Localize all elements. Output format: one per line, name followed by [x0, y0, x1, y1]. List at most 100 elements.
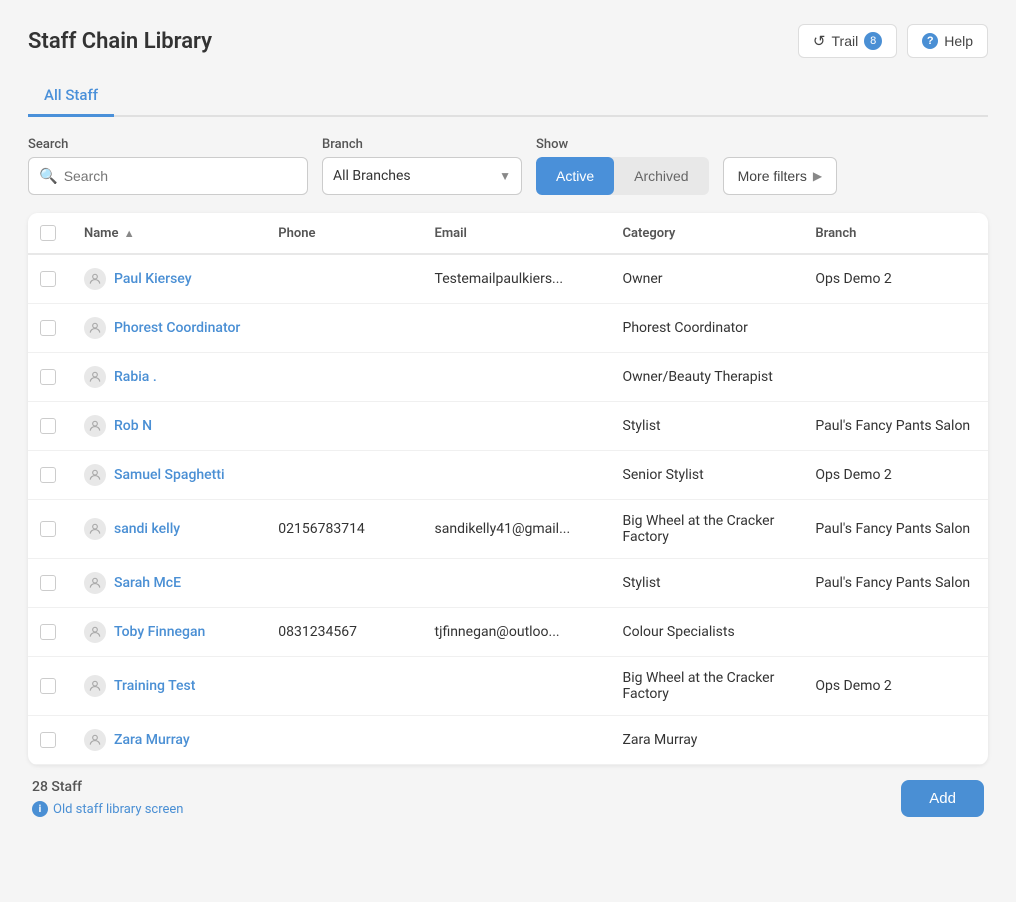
- help-button[interactable]: ? Help: [907, 24, 988, 58]
- row-phone-cell: [262, 353, 418, 402]
- row-email-cell: sandikelly41@gmail...: [419, 500, 607, 559]
- row-name-cell: Sarah McE: [68, 559, 262, 608]
- row-name-cell: Phorest Coordinator: [68, 304, 262, 353]
- avatar: [84, 415, 106, 437]
- row-checkbox-cell[interactable]: [28, 402, 68, 451]
- avatar: [84, 268, 106, 290]
- table-container[interactable]: Name ▲ Phone Email Category: [28, 213, 988, 765]
- row-checkbox-cell[interactable]: [28, 254, 68, 304]
- select-all-header[interactable]: [28, 213, 68, 254]
- row-branch-cell: Ops Demo 2: [799, 657, 988, 716]
- row-phone-cell: [262, 402, 418, 451]
- row-email-cell: Testemailpaulkiers...: [419, 254, 607, 304]
- row-checkbox[interactable]: [40, 732, 56, 748]
- staff-name-link[interactable]: Rob N: [84, 415, 246, 437]
- staff-count: 28 Staff: [32, 779, 183, 795]
- staff-name-link[interactable]: Samuel Spaghetti: [84, 464, 246, 486]
- row-name-cell: Zara Murray: [68, 716, 262, 765]
- search-input[interactable]: [64, 168, 297, 184]
- row-branch-cell: Paul's Fancy Pants Salon: [799, 559, 988, 608]
- search-label: Search: [28, 137, 308, 152]
- staff-name-link[interactable]: Training Test: [84, 675, 246, 697]
- avatar: [84, 675, 106, 697]
- row-checkbox[interactable]: [40, 575, 56, 591]
- row-email-cell: [419, 353, 607, 402]
- row-checkbox-cell[interactable]: [28, 657, 68, 716]
- tab-bar: All Staff: [28, 76, 988, 117]
- staff-table: Name ▲ Phone Email Category: [28, 213, 988, 765]
- row-checkbox[interactable]: [40, 521, 56, 537]
- row-category-cell: Zara Murray: [607, 716, 800, 765]
- row-branch-cell: [799, 304, 988, 353]
- row-phone-cell: [262, 254, 418, 304]
- row-checkbox-cell[interactable]: [28, 304, 68, 353]
- row-branch-cell: [799, 353, 988, 402]
- row-name-cell: Samuel Spaghetti: [68, 451, 262, 500]
- row-name-cell: Toby Finnegan: [68, 608, 262, 657]
- show-archived-button[interactable]: Archived: [614, 157, 708, 195]
- col-header-phone: Phone: [262, 213, 418, 254]
- table-row: Phorest Coordinator Phorest Coordinator: [28, 304, 988, 353]
- row-checkbox[interactable]: [40, 369, 56, 385]
- trail-icon: ↺: [813, 32, 826, 50]
- row-name-cell: sandi kelly: [68, 500, 262, 559]
- row-name-cell: Rob N: [68, 402, 262, 451]
- row-phone-cell: 02156783714: [262, 500, 418, 559]
- branch-label: Branch: [322, 137, 522, 152]
- avatar: [84, 366, 106, 388]
- row-checkbox-cell[interactable]: [28, 353, 68, 402]
- row-email-cell: [419, 716, 607, 765]
- branch-dropdown[interactable]: All Branches ▼: [322, 157, 522, 195]
- filters-row: Search 🔍 Branch All Branches ▼ Show Acti…: [28, 137, 988, 195]
- search-input-wrap[interactable]: 🔍: [28, 157, 308, 195]
- staff-name-link[interactable]: Toby Finnegan: [84, 621, 246, 643]
- row-phone-cell: [262, 657, 418, 716]
- row-category-cell: Big Wheel at the Cracker Factory: [607, 500, 800, 559]
- more-filters-button[interactable]: More filters ▶: [723, 157, 837, 195]
- row-checkbox[interactable]: [40, 678, 56, 694]
- row-checkbox[interactable]: [40, 418, 56, 434]
- add-button[interactable]: Add: [901, 780, 984, 817]
- row-branch-cell: [799, 716, 988, 765]
- row-checkbox-cell[interactable]: [28, 716, 68, 765]
- select-all-checkbox[interactable]: [40, 225, 56, 241]
- row-checkbox[interactable]: [40, 467, 56, 483]
- trail-badge: 8: [864, 32, 882, 50]
- row-phone-cell: 0831234567: [262, 608, 418, 657]
- row-category-cell: Colour Specialists: [607, 608, 800, 657]
- row-checkbox[interactable]: [40, 271, 56, 287]
- show-active-button[interactable]: Active: [536, 157, 614, 195]
- staff-name-link[interactable]: sandi kelly: [84, 518, 246, 540]
- row-branch-cell: Paul's Fancy Pants Salon: [799, 500, 988, 559]
- branch-group: Branch All Branches ▼: [322, 137, 522, 195]
- row-checkbox-cell[interactable]: [28, 451, 68, 500]
- footer-row: 28 Staff i Old staff library screen Add: [28, 765, 988, 817]
- row-email-cell: [419, 451, 607, 500]
- old-screen-link[interactable]: i Old staff library screen: [32, 801, 183, 817]
- row-checkbox-cell[interactable]: [28, 500, 68, 559]
- more-filters-group: _ More filters ▶: [723, 137, 837, 195]
- row-checkbox-cell[interactable]: [28, 608, 68, 657]
- help-label: Help: [944, 33, 973, 49]
- row-checkbox[interactable]: [40, 320, 56, 336]
- row-checkbox[interactable]: [40, 624, 56, 640]
- branch-value: All Branches: [333, 168, 411, 184]
- row-category-cell: Stylist: [607, 402, 800, 451]
- staff-name-link[interactable]: Sarah McE: [84, 572, 246, 594]
- staff-name-link[interactable]: Paul Kiersey: [84, 268, 246, 290]
- show-group: Show Active Archived: [536, 137, 709, 195]
- staff-name-link[interactable]: Phorest Coordinator: [84, 317, 246, 339]
- more-filters-label: More filters: [738, 168, 807, 184]
- chevron-down-icon: ▼: [499, 169, 511, 183]
- row-name-cell: Training Test: [68, 657, 262, 716]
- trail-button[interactable]: ↺ Trail 8: [798, 24, 897, 58]
- avatar: [84, 729, 106, 751]
- row-category-cell: Big Wheel at the Cracker Factory: [607, 657, 800, 716]
- tab-all-staff[interactable]: All Staff: [28, 76, 114, 117]
- row-checkbox-cell[interactable]: [28, 559, 68, 608]
- row-email-cell: tjfinnegan@outloo...: [419, 608, 607, 657]
- name-sort-icon[interactable]: ▲: [124, 227, 135, 240]
- staff-name-link[interactable]: Zara Murray: [84, 729, 246, 751]
- avatar: [84, 518, 106, 540]
- staff-name-link[interactable]: Rabia .: [84, 366, 246, 388]
